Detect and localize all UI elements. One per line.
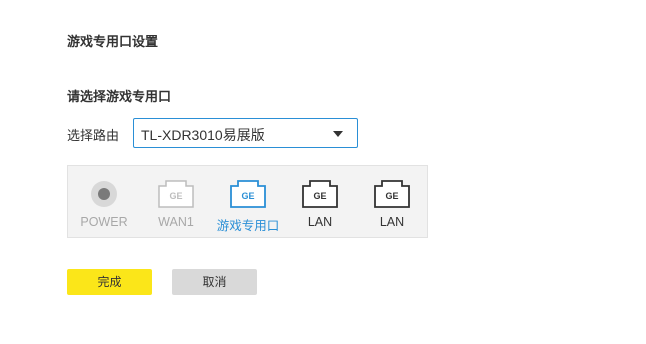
power-icon [91, 181, 117, 207]
port-power: POWER [68, 166, 140, 239]
port-label: WAN1 [158, 215, 194, 229]
port-label: 游戏专用口 [216, 219, 280, 233]
section-title: 请选择游戏专用口 [67, 90, 172, 105]
svg-text:GE: GE [313, 191, 326, 201]
router-select[interactable]: TL-XDR3010易展版 [133, 118, 358, 148]
port-label: LAN [307, 215, 333, 229]
cancel-button[interactable]: 取消 [172, 269, 257, 295]
port-wan1: GE WAN1 [140, 166, 212, 239]
svg-text:GE: GE [241, 191, 254, 201]
port-label: LAN [379, 215, 405, 229]
svg-text:GE: GE [385, 191, 398, 201]
ethernet-port-icon: GE [302, 180, 338, 208]
ethernet-port-icon: GE [374, 180, 410, 208]
port-lan-2[interactable]: GE LAN [356, 166, 428, 239]
port-lan-1[interactable]: GE LAN [284, 166, 356, 239]
page-title: 游戏专用口设置 [67, 35, 159, 50]
router-select-label: 选择路由 [67, 129, 120, 144]
chevron-down-icon[interactable] [333, 131, 343, 137]
ethernet-port-icon: GE [230, 180, 266, 208]
router-select-value: TL-XDR3010易展版 [141, 127, 265, 143]
done-button[interactable]: 完成 [67, 269, 152, 295]
svg-text:GE: GE [169, 191, 182, 201]
ethernet-port-icon: GE [158, 180, 194, 208]
port-label: POWER [80, 215, 128, 229]
port-game[interactable]: GE 游戏专用口 [212, 166, 284, 239]
port-panel: POWER GE WAN1 GE 游戏专用口 GE LAN GE LAN [67, 165, 428, 238]
